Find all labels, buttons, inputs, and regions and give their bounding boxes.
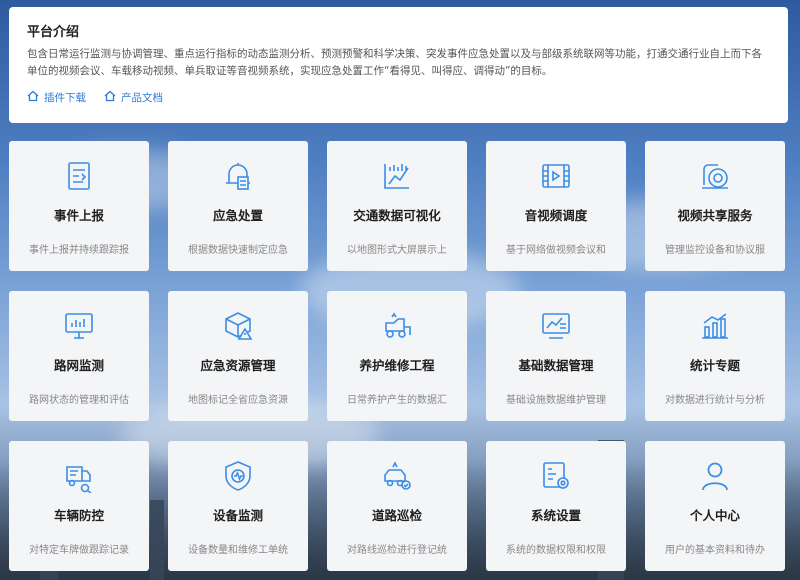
module-desc: 设备数量和维修工单统 xyxy=(188,545,288,556)
module-title: 车辆防控 xyxy=(53,508,104,523)
module-desc: 日常养护产生的数据汇 xyxy=(347,395,447,406)
intro-links: 插件下载 产品文档 xyxy=(27,90,770,105)
module-card-system-settings[interactable]: 系统设置 系统的数据权限和权限 xyxy=(486,441,626,571)
module-title: 设备监测 xyxy=(212,508,263,523)
module-title: 路网监测 xyxy=(53,358,104,373)
module-desc: 事件上报并持续跟踪报 xyxy=(29,245,129,256)
home-icon xyxy=(104,90,116,105)
module-desc: 对数据进行统计与分析 xyxy=(665,395,765,406)
module-card-base-data[interactable]: 基础数据管理 基础设施数据维护管理 xyxy=(486,291,626,421)
module-desc: 以地图形式大屏展示上 xyxy=(347,245,447,256)
module-title: 统计专题 xyxy=(689,358,740,373)
module-desc: 路网状态的管理和评估 xyxy=(29,395,129,406)
module-card-traffic-visualization[interactable]: 交通数据可视化 以地图形式大屏展示上 xyxy=(327,141,467,271)
module-title: 个人中心 xyxy=(689,508,740,523)
module-desc: 管理监控设备和协议服 xyxy=(665,245,765,256)
module-desc: 对路线巡检进行登记统 xyxy=(347,545,447,556)
module-card-statistics[interactable]: 统计专题 对数据进行统计与分析 xyxy=(645,291,785,421)
statistics-icon xyxy=(698,309,732,343)
module-card-emergency-response[interactable]: 应急处置 根据数据快速制定应急 xyxy=(168,141,308,271)
module-desc: 基于网络做视频会议和 xyxy=(506,245,606,256)
background-building xyxy=(150,500,164,580)
alarm-bell-icon xyxy=(221,159,255,193)
intro-title: 平台介绍 xyxy=(27,25,80,40)
module-card-event-report[interactable]: 事件上报 事件上报并持续跟踪报 xyxy=(9,141,149,271)
plugin-download-link[interactable]: 插件下载 xyxy=(27,90,86,105)
platform-intro-panel: 平台介绍 包含日常运行监测与协调管理、重点运行指标的动态监测分析、预测预警和科学… xyxy=(9,7,788,123)
module-title: 事件上报 xyxy=(53,208,104,223)
product-docs-link[interactable]: 产品文档 xyxy=(104,90,163,105)
module-card-vehicle-control[interactable]: 车辆防控 对特定车牌做跟踪记录 xyxy=(9,441,149,571)
product-docs-label: 产品文档 xyxy=(121,92,163,104)
module-card-device-monitoring[interactable]: 设备监测 设备数量和维修工单统 xyxy=(168,441,308,571)
user-icon xyxy=(698,459,732,493)
module-desc: 根据数据快速制定应急 xyxy=(188,245,288,256)
module-title: 应急处置 xyxy=(212,208,263,223)
module-title: 道路巡检 xyxy=(371,508,422,523)
module-title: 养护维修工程 xyxy=(359,358,435,373)
plugin-download-label: 插件下载 xyxy=(44,92,86,104)
module-card-road-inspection[interactable]: 道路巡检 对路线巡检进行登记统 xyxy=(327,441,467,571)
module-card-maintenance[interactable]: 养护维修工程 日常养护产生的数据汇 xyxy=(327,291,467,421)
module-card-emergency-resources[interactable]: 应急资源管理 地图标记全省应急资源 xyxy=(168,291,308,421)
module-desc: 系统的数据权限和权限 xyxy=(506,545,606,556)
module-title: 基础数据管理 xyxy=(518,358,594,373)
video-share-icon xyxy=(698,159,732,193)
shield-gauge-icon xyxy=(221,459,255,493)
film-icon xyxy=(539,159,573,193)
home-icon xyxy=(27,90,39,105)
module-card-video-sharing[interactable]: 视频共享服务 管理监控设备和协议服 xyxy=(645,141,785,271)
truck-search-icon xyxy=(62,459,96,494)
module-card-av-dispatch[interactable]: 音视频调度 基于网络做视频会议和 xyxy=(486,141,626,271)
data-board-icon xyxy=(539,309,573,343)
box-warning-icon xyxy=(221,309,255,343)
intro-description: 包含日常运行监测与协调管理、重点运行指标的动态监测分析、预测预警和科学决策、突发… xyxy=(27,48,762,77)
report-icon xyxy=(62,159,96,193)
module-card-personal-center[interactable]: 个人中心 用户的基本资料和待办 xyxy=(645,441,785,571)
module-desc: 对特定车牌做跟踪记录 xyxy=(29,545,129,556)
monitor-icon xyxy=(62,309,96,343)
chart-trend-icon xyxy=(380,159,414,193)
roller-truck-icon xyxy=(380,309,414,343)
module-card-road-monitoring[interactable]: 路网监测 路网状态的管理和评估 xyxy=(9,291,149,421)
patrol-car-icon xyxy=(380,459,414,493)
module-desc: 用户的基本资料和待办 xyxy=(665,545,765,556)
module-desc: 地图标记全省应急资源 xyxy=(188,395,288,406)
module-title: 视频共享服务 xyxy=(677,208,753,223)
module-title: 应急资源管理 xyxy=(200,358,276,373)
settings-list-icon xyxy=(539,459,573,493)
module-title: 系统设置 xyxy=(530,508,581,523)
module-title: 交通数据可视化 xyxy=(353,208,441,223)
module-title: 音视频调度 xyxy=(524,208,588,223)
module-desc: 基础设施数据维护管理 xyxy=(506,395,606,406)
